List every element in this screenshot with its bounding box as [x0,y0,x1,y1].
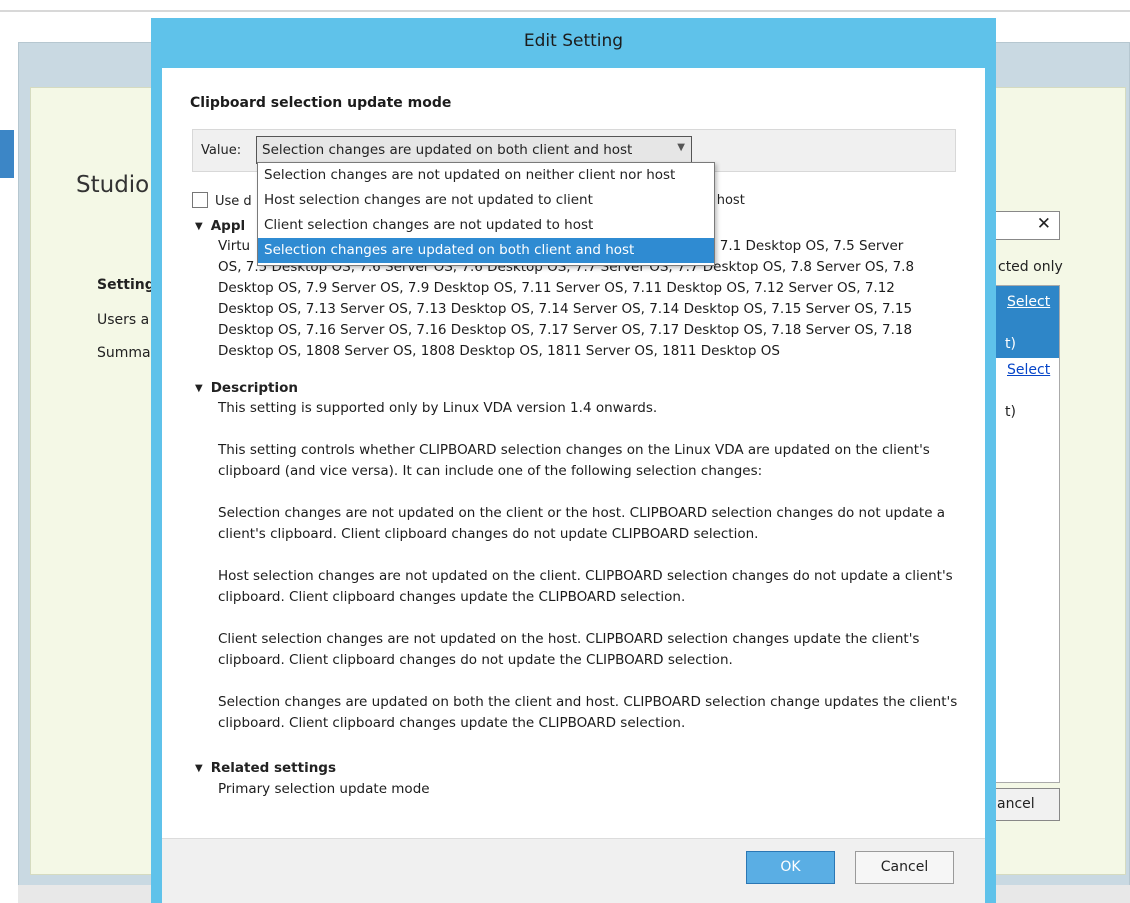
description-paragraph: Selection changes are not updated on the… [218,505,946,542]
applies-to-heading: Appl [210,218,246,234]
dropdown-option-selected[interactable]: Selection changes are updated on both cl… [258,238,714,263]
studio-cancel-button[interactable]: ancel [990,788,1060,821]
applies-to-line: Desktop OS, 1808 Server OS, 1808 Desktop… [218,343,780,359]
dropdown-option[interactable]: Selection changes are not updated on nei… [258,163,714,188]
description-toggle[interactable]: ▼ Description [195,380,298,396]
applies-to-line-tail: OS, 7.1 Desktop OS, 7.5 Server [692,238,904,254]
description-paragraph: This setting controls whether CLIPBOARD … [218,442,930,479]
dropdown-option[interactable]: Host selection changes are not updated t… [258,188,714,213]
value-dropdown-list[interactable]: Selection changes are not updated on nei… [257,162,715,266]
value-select[interactable]: Selection changes are updated on both cl… [256,136,692,164]
related-settings-list: Primary selection update mode [218,779,958,800]
nav-item-settings[interactable]: Setting [97,277,155,293]
filter-selected-only[interactable]: cted only [998,259,1063,275]
related-settings-toggle[interactable]: ▼ Related settings [195,760,336,776]
description-heading: Description [210,380,299,396]
description-paragraph: This setting is supported only by Linux … [218,400,658,416]
description-paragraph: Client selection changes are not updated… [218,631,920,668]
dropdown-option[interactable]: Client selection changes are not updated… [258,213,714,238]
related-settings-heading: Related settings [210,760,336,776]
dialog-footer: OK Cancel [162,838,985,903]
nav-item-users[interactable]: Users a [97,312,149,328]
edit-setting-dialog: Edit Setting Clipboard selection update … [151,18,996,903]
applies-to-line: Desktop OS, 7.16 Server OS, 7.16 Desktop… [218,322,913,338]
description-text: This setting is supported only by Linux … [218,398,958,755]
list-item-text: t) [1005,336,1016,352]
triangle-down-icon: ▼ [195,221,203,232]
settings-search-input[interactable]: ✕ [994,211,1060,240]
setting-title: Clipboard selection update mode [190,95,452,111]
top-divider [0,10,1130,12]
triangle-down-icon: ▼ [195,383,203,394]
use-default-label: Use d [215,194,252,209]
studio-side-tab [0,130,14,178]
applies-to-toggle[interactable]: ▼ Appl [195,218,245,234]
select-link[interactable]: Select [1007,294,1050,310]
nav-item-summary[interactable]: Summa [97,345,151,361]
use-default-checkbox[interactable] [192,192,208,208]
settings-list[interactable]: Select t) Select t) [994,285,1060,783]
cancel-button[interactable]: Cancel [855,851,954,884]
applies-to-line: Desktop OS, 7.9 Server OS, 7.9 Desktop O… [218,280,895,296]
close-icon[interactable]: ✕ [1037,214,1051,234]
ok-button[interactable]: OK [746,851,835,884]
description-paragraph: Host selection changes are not updated o… [218,568,953,605]
value-select-text: Selection changes are updated on both cl… [262,142,633,158]
applies-to-line-start: Virtu [218,238,251,254]
select-link[interactable]: Select [1007,362,1050,378]
dialog-body: Clipboard selection update mode Value: S… [162,68,985,838]
description-paragraph: Selection changes are updated on both th… [218,694,958,731]
studio-title: Studio [76,172,150,198]
applies-to-line: Desktop OS, 7.13 Server OS, 7.13 Desktop… [218,301,913,317]
list-item-text: t) [1005,404,1016,420]
dialog-title: Edit Setting [523,31,624,51]
related-setting-item[interactable]: Primary selection update mode [218,779,958,800]
triangle-down-icon: ▼ [195,763,203,774]
value-label: Value: [201,143,242,158]
chevron-down-icon[interactable]: ▼ [677,142,685,153]
use-default-checkbox-row[interactable]: Use d [192,192,252,209]
